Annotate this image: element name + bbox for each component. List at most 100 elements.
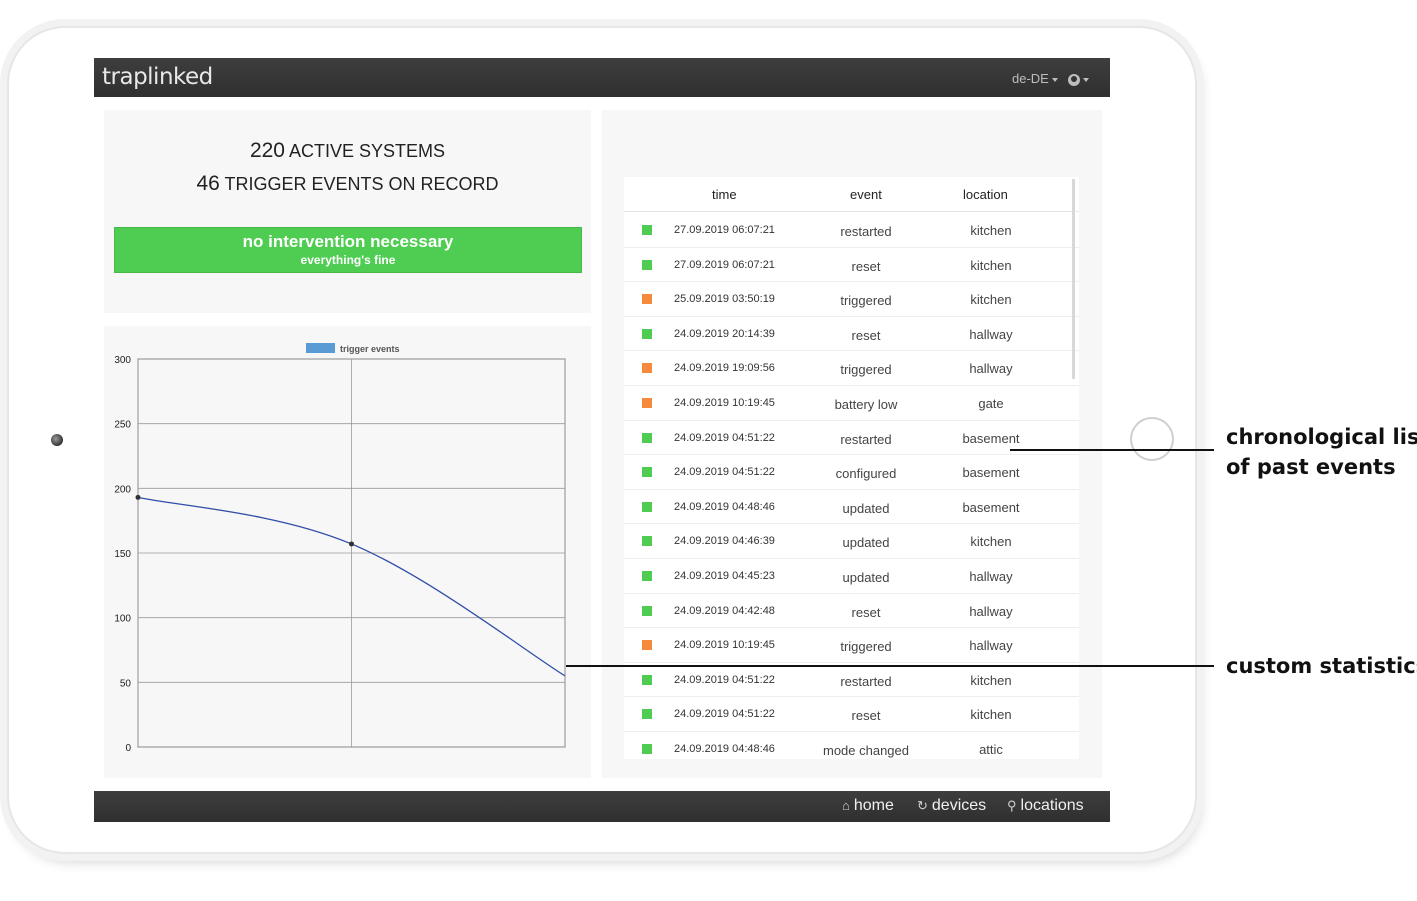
tablet-home-button[interactable] bbox=[1130, 417, 1174, 461]
cell-event: triggered bbox=[840, 293, 892, 309]
status-banner[interactable]: no intervention necessary everything's f… bbox=[114, 227, 582, 273]
cell-time: 24.09.2019 20:14:39 bbox=[674, 327, 775, 340]
table-row[interactable]: 25.09.2019 03:50:19 triggered kitchen bbox=[624, 281, 1079, 317]
annotation-list: chronological list of past events bbox=[1226, 422, 1417, 482]
data-point[interactable] bbox=[349, 541, 354, 547]
table-row[interactable]: 24.09.2019 04:51:22 restarted kitchen bbox=[624, 662, 1079, 698]
table-row[interactable]: 24.09.2019 04:48:46 mode changed attic bbox=[624, 731, 1079, 759]
summary-panel: 220 ACTIVE SYSTEMS 46 TRIGGER EVENTS ON … bbox=[104, 110, 591, 313]
cell-time: 25.09.2019 03:50:19 bbox=[674, 293, 775, 306]
header-location[interactable]: location bbox=[963, 187, 1008, 202]
language-dropdown[interactable]: de-DE bbox=[1012, 71, 1058, 86]
active-systems-line: 220 ACTIVE SYSTEMS bbox=[104, 139, 591, 163]
table-row[interactable]: 24.09.2019 04:51:22 reset kitchen bbox=[624, 696, 1079, 732]
nav-devices[interactable]: ↻ devices bbox=[917, 797, 986, 815]
table-row[interactable]: 24.09.2019 04:45:23 updated hallway bbox=[624, 558, 1079, 594]
data-point[interactable] bbox=[135, 494, 141, 500]
status-indicator bbox=[642, 363, 652, 374]
y-tick-label: 200 bbox=[114, 484, 131, 495]
annotation-line-list bbox=[1010, 449, 1214, 451]
cell-time: 24.09.2019 04:46:39 bbox=[674, 535, 775, 548]
cell-time: 24.09.2019 19:09:56 bbox=[674, 362, 775, 375]
table-row[interactable]: 24.09.2019 04:46:39 updated kitchen bbox=[624, 523, 1079, 559]
cell-time: 24.09.2019 04:45:23 bbox=[674, 570, 775, 582]
status-indicator bbox=[642, 605, 652, 616]
cell-event: updated bbox=[842, 535, 890, 551]
cell-location: kitchen bbox=[970, 257, 1012, 273]
annotation-list-line1: chronological list bbox=[1226, 425, 1417, 449]
cell-location: hallway bbox=[969, 326, 1013, 342]
legend-label: trigger events bbox=[340, 344, 400, 354]
trigger-events-chart: trigger events 300 250 200 150 100 50 0 bbox=[114, 343, 566, 754]
cell-event: restarted bbox=[840, 224, 892, 239]
trigger-label: TRIGGER EVENTS ON RECORD bbox=[224, 174, 499, 194]
cell-time: 24.09.2019 10:19:45 bbox=[674, 397, 775, 409]
cell-time: 24.09.2019 04:51:22 bbox=[674, 431, 775, 444]
user-menu[interactable] bbox=[1068, 71, 1089, 86]
y-tick-label: 0 bbox=[125, 743, 131, 754]
y-tick-label: 250 bbox=[114, 420, 131, 431]
cell-location: hallway bbox=[969, 569, 1013, 584]
annotation-line-stats bbox=[566, 665, 1214, 667]
nav-home[interactable]: ⌂ home bbox=[842, 797, 894, 815]
cell-time: 24.09.2019 10:19:45 bbox=[674, 639, 775, 652]
status-indicator bbox=[642, 501, 652, 512]
cell-event: reset bbox=[851, 708, 881, 724]
status-indicator bbox=[642, 432, 652, 443]
nav-locations-label: locations bbox=[1020, 797, 1084, 814]
cell-location: kitchen bbox=[970, 534, 1012, 550]
app-screen: traplinked de-DE 220 ACTIVE SYSTEMS 46 T… bbox=[94, 58, 1110, 822]
cell-event: battery low bbox=[834, 397, 898, 412]
y-tick-label: 300 bbox=[114, 355, 131, 366]
table-scrollbar[interactable] bbox=[1072, 179, 1075, 379]
devices-icon: ↻ bbox=[917, 798, 928, 813]
cell-event: mode changed bbox=[822, 743, 909, 758]
cell-time: 27.09.2019 06:07:21 bbox=[674, 224, 775, 236]
cell-location: gate bbox=[978, 396, 1004, 411]
logo: traplinked bbox=[102, 64, 213, 90]
cell-location: kitchen bbox=[970, 707, 1012, 723]
table-row[interactable]: 27.09.2019 06:07:21 restarted kitchen bbox=[624, 212, 1079, 248]
events-panel: time event location 27.09.2019 06:07:21 r… bbox=[602, 110, 1102, 778]
cell-location: hallway bbox=[969, 361, 1013, 377]
status-indicator bbox=[642, 571, 652, 581]
status-indicator bbox=[642, 328, 652, 339]
table-row[interactable]: 24.09.2019 10:19:45 battery low gate bbox=[624, 385, 1079, 421]
y-tick-label: 150 bbox=[114, 549, 131, 560]
cell-event: reset bbox=[851, 258, 881, 274]
status-indicator bbox=[642, 709, 652, 720]
cell-location: basement bbox=[962, 499, 1020, 515]
table-row[interactable]: 27.09.2019 06:07:21 reset kitchen bbox=[624, 247, 1079, 283]
y-tick-label: 100 bbox=[114, 614, 131, 625]
table-row[interactable]: 24.09.2019 04:48:46 updated basement bbox=[624, 489, 1079, 525]
nav-locations[interactable]: ⚲ locations bbox=[1007, 797, 1084, 815]
cell-time: 24.09.2019 04:48:46 bbox=[674, 500, 775, 513]
user-circle-icon bbox=[1068, 73, 1080, 86]
table-row[interactable]: 24.09.2019 04:51:22 configured basement bbox=[624, 454, 1079, 490]
cell-time: 27.09.2019 06:07:21 bbox=[674, 258, 775, 271]
status-indicator bbox=[642, 467, 652, 478]
header-time[interactable]: time bbox=[712, 187, 737, 202]
cell-event: triggered bbox=[840, 362, 892, 378]
y-tick-label: 50 bbox=[120, 678, 132, 689]
active-label: ACTIVE SYSTEMS bbox=[289, 141, 446, 161]
cell-event: restarted bbox=[840, 431, 892, 447]
bottom-nav: ⌂ home ↻ devices ⚲ locations bbox=[94, 791, 1110, 822]
status-indicator bbox=[642, 674, 652, 685]
trigger-count: 46 bbox=[196, 172, 220, 195]
annotation-list-line2: of past events bbox=[1226, 455, 1396, 479]
cell-time: 24.09.2019 04:51:22 bbox=[674, 708, 775, 721]
table-row[interactable]: 24.09.2019 19:09:56 triggered hallway bbox=[624, 350, 1079, 386]
table-row[interactable]: 24.09.2019 10:19:45 triggered hallway bbox=[624, 627, 1079, 663]
cell-location: kitchen bbox=[970, 223, 1012, 238]
top-bar: traplinked de-DE bbox=[94, 58, 1110, 97]
header-event[interactable]: event bbox=[850, 187, 882, 202]
status-main-text: no intervention necessary bbox=[242, 232, 454, 251]
table-row[interactable]: 24.09.2019 04:42:48 reset hallway bbox=[624, 593, 1079, 629]
events-table[interactable]: time event location 27.09.2019 06:07:21 r… bbox=[624, 177, 1079, 759]
statistics-panel: trigger events 300 250 200 150 100 50 0 bbox=[104, 326, 591, 778]
status-indicator bbox=[642, 259, 652, 270]
table-row[interactable]: 24.09.2019 20:14:39 reset hallway bbox=[624, 316, 1079, 352]
camera-icon bbox=[51, 434, 63, 446]
cell-event: updated bbox=[842, 570, 890, 585]
